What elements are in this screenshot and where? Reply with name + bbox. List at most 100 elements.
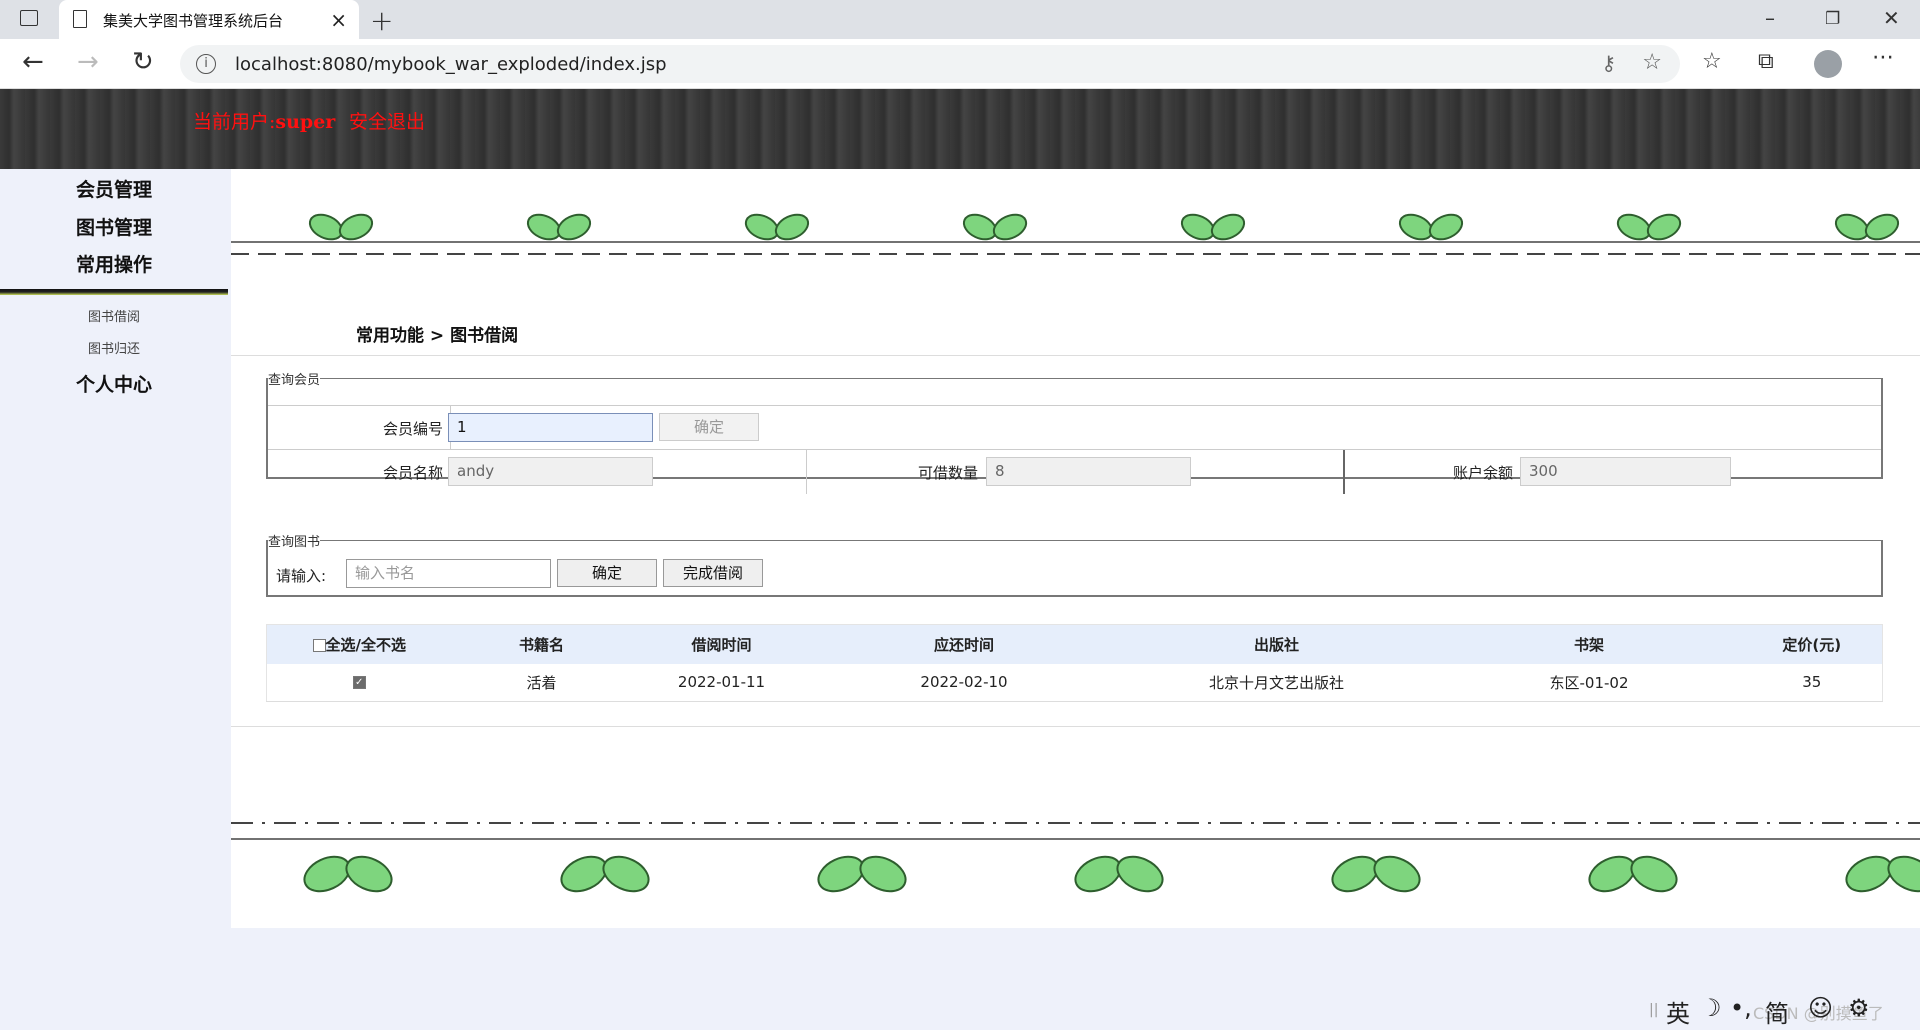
- member-name-field[interactable]: andy: [448, 457, 653, 486]
- leaf-border-bottom: [231, 822, 1920, 893]
- back-icon[interactable]: ←: [22, 49, 44, 75]
- select-all-label: 全选/全不选: [325, 635, 406, 654]
- current-user: 当前用户:super: [193, 107, 335, 134]
- member-name-label: 会员名称: [382, 464, 443, 482]
- menu-divider: [0, 289, 228, 295]
- moon-icon[interactable]: ☽: [1700, 994, 1722, 1022]
- leaf-shape: [1630, 855, 1678, 893]
- ime-toolbar: || 英 ☽ •, CSDN @别摸鱼了 简 ☺ ⚙: [1625, 990, 1920, 1030]
- minimize-icon[interactable]: –: [1765, 6, 1775, 30]
- profile-avatar[interactable]: [1814, 50, 1842, 78]
- leaf-shape: [556, 213, 592, 241]
- col-header: 借阅时间: [631, 624, 812, 664]
- row-select-cell[interactable]: ✓: [266, 663, 452, 702]
- browser-tab-bar: 集美大学图书管理系统后台 × + – ❐ ✕: [0, 0, 1920, 39]
- main-content: 常用功能 > 图书借阅 查询会员 会员编号 1 确定 会员名称 andy 可借数…: [231, 169, 1920, 928]
- submenu-return[interactable]: 图书归还: [0, 338, 228, 357]
- book-name: 活着: [451, 663, 632, 702]
- member-query-group: 查询会员 会员编号 1 确定 会员名称 andy 可借数量 8 账户余额 300: [266, 369, 1883, 494]
- url-text[interactable]: localhost:8080/mybook_war_exploded/index…: [235, 54, 667, 75]
- member-id-label: 会员编号: [382, 420, 443, 438]
- site-info-icon[interactable]: i: [196, 54, 216, 74]
- menu-books[interactable]: 图书管理: [0, 213, 228, 240]
- submenu-borrow[interactable]: 图书借阅: [0, 306, 228, 325]
- browser-tab[interactable]: 集美大学图书管理系统后台 ×: [59, 0, 359, 39]
- collections-icon[interactable]: ⧉: [1758, 49, 1774, 74]
- add-favorite-icon[interactable]: ☆: [1642, 50, 1662, 75]
- more-icon[interactable]: ⋯: [1872, 45, 1894, 70]
- cell-divider: [806, 450, 807, 494]
- select-all-header[interactable]: 全选/全不选: [266, 624, 452, 664]
- member-id-input[interactable]: 1: [448, 413, 653, 442]
- member-id-row: 会员编号 1 确定: [268, 405, 1881, 450]
- book-query-legend: 查询图书: [268, 535, 321, 550]
- col-header: 书架: [1436, 624, 1742, 664]
- book-input-label: 请输入:: [276, 567, 327, 585]
- publisher: 北京十月文艺出版社: [1116, 663, 1437, 702]
- settings-icon[interactable]: ⚙: [1848, 994, 1870, 1022]
- shelf: 东区-01-02: [1436, 663, 1742, 702]
- forward-icon[interactable]: →: [77, 49, 99, 75]
- restore-icon[interactable]: ❐: [1825, 9, 1840, 29]
- leaf-shape: [602, 855, 650, 893]
- divider: [231, 355, 1920, 356]
- member-query-legend: 查询会员: [268, 373, 321, 388]
- menu-common[interactable]: 常用操作: [0, 250, 228, 277]
- borrowable-label: 可借数量: [917, 464, 978, 482]
- punctuation-icon[interactable]: •,: [1730, 994, 1752, 1022]
- leaf-shape: [338, 213, 374, 241]
- close-tab-icon[interactable]: ×: [330, 8, 347, 32]
- table-header-row: 全选/全不选 书籍名 借阅时间 应还时间 出版社 书架 定价(元): [266, 624, 1883, 664]
- col-header: 定价(元): [1741, 624, 1883, 664]
- select-all-checkbox[interactable]: [312, 638, 326, 652]
- ime-grip-icon: ||: [1649, 1002, 1659, 1018]
- member-confirm-button[interactable]: 确定: [659, 413, 759, 441]
- row-checkbox[interactable]: ✓: [352, 676, 366, 690]
- leaf-shape: [859, 855, 907, 893]
- leaf-shape: [1116, 855, 1164, 893]
- balance-field[interactable]: 300: [1520, 457, 1731, 486]
- due-date: 2022-02-10: [811, 663, 1117, 702]
- favorites-icon[interactable]: ☆: [1702, 49, 1722, 74]
- reload-icon[interactable]: ↻: [132, 49, 154, 75]
- book-confirm-button[interactable]: 确定: [557, 559, 657, 587]
- browser-toolbar: ← → ↻ i localhost:8080/mybook_war_explod…: [0, 39, 1920, 89]
- sidebar: 会员管理 图书管理 常用操作 图书借阅 图书归还 个人中心: [0, 169, 231, 1030]
- leaf-shape: [1864, 213, 1900, 241]
- leaf-shape: [774, 213, 810, 241]
- table-row: ✓ 活着 2022-01-11 2022-02-10 北京十月文艺出版社 东区-…: [266, 663, 1883, 702]
- leaf-shape: [1210, 213, 1246, 241]
- member-info-row: 会员名称 andy 可借数量 8 账户余额 300: [268, 449, 1881, 494]
- close-window-icon[interactable]: ✕: [1883, 6, 1900, 30]
- col-header: 出版社: [1116, 624, 1437, 664]
- leaf-shape: [1373, 855, 1421, 893]
- logout-link[interactable]: 安全退出: [349, 107, 425, 134]
- app-header: 当前用户:super 安全退出: [0, 89, 1920, 169]
- emoji-icon[interactable]: ☺: [1808, 994, 1833, 1022]
- divider: [231, 726, 1920, 727]
- ime-lang[interactable]: 英: [1666, 994, 1690, 1029]
- leaf-shape: [345, 855, 393, 893]
- finish-borrow-button[interactable]: 完成借阅: [663, 559, 763, 587]
- col-header: 应还时间: [811, 624, 1117, 664]
- ime-mode[interactable]: 简: [1765, 994, 1789, 1029]
- borrowable-field[interactable]: 8: [986, 457, 1191, 486]
- menu-personal[interactable]: 个人中心: [0, 370, 228, 397]
- address-bar[interactable]: i localhost:8080/mybook_war_exploded/ind…: [180, 45, 1680, 83]
- cell-divider: [1343, 450, 1345, 494]
- page-icon: [73, 10, 87, 28]
- key-icon[interactable]: ⚷: [1601, 51, 1616, 75]
- menu-member[interactable]: 会员管理: [0, 175, 228, 202]
- borrow-date: 2022-01-11: [631, 663, 812, 702]
- breadcrumb: 常用功能 > 图书借阅: [356, 326, 519, 346]
- price: 35: [1741, 663, 1883, 702]
- tab-actions-icon[interactable]: [20, 10, 38, 26]
- new-tab-icon[interactable]: +: [370, 4, 393, 37]
- book-search-input[interactable]: 输入书名: [346, 559, 551, 588]
- leaf-shape: [992, 213, 1028, 241]
- leaf-border-top: [231, 213, 1920, 255]
- balance-label: 账户余额: [1452, 464, 1513, 482]
- tab-title: 集美大学图书管理系统后台: [103, 12, 284, 30]
- book-query-group: 查询图书 请输入: 输入书名 确定 完成借阅: [266, 531, 1883, 597]
- leaf-shape: [1646, 213, 1682, 241]
